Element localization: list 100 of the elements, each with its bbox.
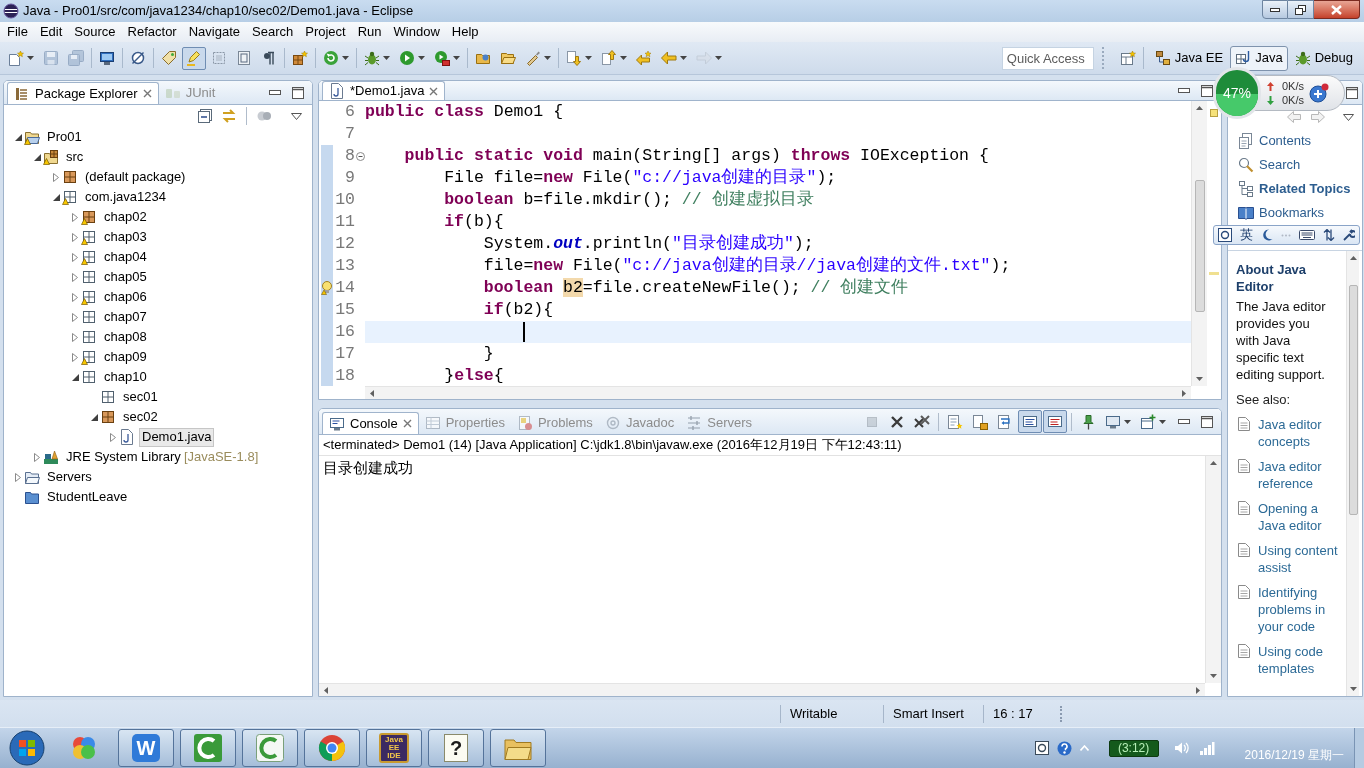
scrollbar-thumb[interactable] [1194, 180, 1205, 312]
close-icon[interactable] [142, 89, 152, 98]
help-link[interactable]: Using code templates [1258, 643, 1346, 677]
tree-item[interactable]: sec02 [120, 407, 161, 427]
tree-item[interactable]: (default package) [82, 167, 189, 187]
menu-item[interactable]: Help [445, 22, 485, 42]
help-nav-link[interactable]: Contents [1228, 129, 1362, 153]
taskbar-app-button[interactable] [242, 729, 298, 767]
collapsed-arrow-icon[interactable] [72, 312, 78, 322]
menu-item[interactable]: Navigate [182, 22, 246, 42]
expanded-arrow-icon[interactable] [52, 193, 60, 201]
collapsed-arrow-icon[interactable] [72, 292, 78, 302]
taskbar-app-button[interactable]: W [118, 729, 174, 767]
taskbar-app-button[interactable]: ? [428, 729, 484, 767]
collapse-all-icon[interactable] [198, 109, 212, 123]
view-tab[interactable]: Package Explorer [7, 82, 159, 104]
tree-item[interactable]: JRE System Library [JavaSE-1.8] [63, 447, 262, 467]
show-on-output-button[interactable] [1018, 410, 1042, 433]
taskbar-app-button[interactable]: Java EE IDE [366, 729, 422, 767]
menu-item[interactable]: Run [351, 22, 388, 42]
maximize-icon[interactable] [1201, 84, 1213, 97]
vertical-scrollbar[interactable] [1191, 101, 1207, 386]
menu-item[interactable]: Refactor [121, 22, 183, 42]
tree-item[interactable]: chap10 [101, 367, 150, 387]
maximize-icon[interactable] [1201, 415, 1213, 428]
expanded-arrow-icon[interactable] [14, 133, 22, 141]
minimize-icon[interactable] [269, 90, 281, 95]
collapsed-arrow-icon[interactable] [53, 172, 59, 182]
horizontal-scrollbar[interactable] [365, 386, 1191, 399]
menu-item[interactable]: File [1, 22, 34, 42]
ime-logo-icon[interactable] [1218, 228, 1232, 242]
mark-occurrences-button[interactable] [182, 46, 206, 70]
tree-item[interactable]: chap07 [101, 307, 150, 327]
tree-item[interactable]: chap09 [101, 347, 150, 367]
tree-item[interactable]: StudentLeave [44, 487, 131, 507]
collapsed-arrow-icon[interactable] [72, 352, 78, 362]
close-icon[interactable] [429, 86, 439, 96]
tree-item[interactable]: src [63, 147, 87, 167]
tree-item[interactable]: chap05 [101, 267, 150, 287]
ime-language[interactable]: 英 [1240, 228, 1253, 242]
help-nav-link[interactable]: Bookmarks [1228, 201, 1362, 225]
tree-item[interactable]: Pro01 [44, 127, 85, 147]
help-link[interactable]: Opening a Java editor [1258, 500, 1346, 534]
link-arrows-icon[interactable] [221, 109, 237, 123]
taskbar-app-button[interactable] [180, 729, 236, 767]
maximize-icon[interactable] [1346, 86, 1358, 99]
expanded-arrow-icon[interactable] [33, 153, 41, 161]
show-on-error-button[interactable] [1043, 410, 1067, 433]
arrows-icon[interactable] [1323, 229, 1335, 241]
help-link[interactable]: Java editor concepts [1258, 416, 1346, 450]
vertical-scrollbar[interactable] [1205, 456, 1221, 683]
collapsed-arrow-icon[interactable] [72, 332, 78, 342]
moon-icon[interactable] [1261, 229, 1273, 241]
minimize-icon[interactable] [1178, 88, 1190, 93]
perspective-button[interactable]: Debug [1289, 45, 1358, 71]
help-link[interactable]: Using content assist [1258, 542, 1346, 576]
view-tab[interactable]: Console [322, 412, 419, 434]
tree-item[interactable]: chap08 [101, 327, 150, 347]
expanded-arrow-icon[interactable] [90, 413, 98, 421]
tree-item[interactable]: chap02 [101, 207, 150, 227]
minimize-button[interactable] [1262, 0, 1288, 19]
quick-access-field[interactable]: Quick Access [1001, 46, 1094, 70]
plus-icon[interactable] [1309, 83, 1329, 103]
wrench-icon[interactable] [1343, 229, 1355, 241]
tree-item[interactable]: Servers [44, 467, 95, 487]
close-icon[interactable] [402, 419, 412, 428]
menu-item[interactable]: Search [246, 22, 300, 42]
horizontal-scrollbar[interactable] [319, 683, 1205, 696]
menu-item[interactable]: Edit [33, 22, 69, 42]
editor-tab[interactable]: *Demo1.java [322, 81, 446, 100]
help-nav-link[interactable]: Related Topics [1228, 177, 1362, 201]
help-link[interactable]: Java editor reference [1258, 458, 1346, 492]
tree-item[interactable]: chap04 [101, 247, 150, 267]
tree-item[interactable]: chap03 [101, 227, 150, 247]
collapsed-arrow-icon[interactable] [72, 252, 78, 262]
tree-item[interactable]: chap06 [101, 287, 150, 307]
collapsed-arrow-icon[interactable] [72, 232, 78, 242]
taskbar-app-button[interactable] [304, 729, 360, 767]
taskbar-app-button[interactable] [490, 729, 546, 767]
tree-item[interactable]: com.java1234 [82, 187, 169, 207]
menu-item[interactable]: Source [68, 22, 122, 42]
keyboard-icon[interactable] [1299, 230, 1315, 240]
scrollbar-thumb[interactable] [1348, 285, 1358, 515]
help-link[interactable]: Identifying problems in your code [1258, 584, 1346, 635]
minus-circle-icon[interactable] [355, 151, 365, 161]
menu-item[interactable]: Window [387, 22, 446, 42]
help-nav-link[interactable]: Search [1228, 153, 1362, 177]
collapsed-arrow-icon[interactable] [34, 452, 40, 462]
tree-item[interactable]: Demo1.java [139, 427, 215, 447]
maximize-icon[interactable] [292, 86, 304, 99]
menu-item[interactable]: Project [299, 22, 352, 42]
view-menu-icon[interactable] [291, 112, 302, 120]
collapsed-arrow-icon[interactable] [15, 472, 21, 482]
view-menu-icon[interactable] [1343, 113, 1354, 121]
minimize-icon[interactable] [1178, 419, 1190, 424]
overlapping-circles-icon[interactable] [256, 109, 272, 123]
close-button[interactable] [1314, 0, 1360, 19]
restore-button[interactable] [1288, 0, 1314, 19]
tree-item[interactable]: sec01 [120, 387, 161, 407]
collapsed-arrow-icon[interactable] [110, 432, 116, 442]
